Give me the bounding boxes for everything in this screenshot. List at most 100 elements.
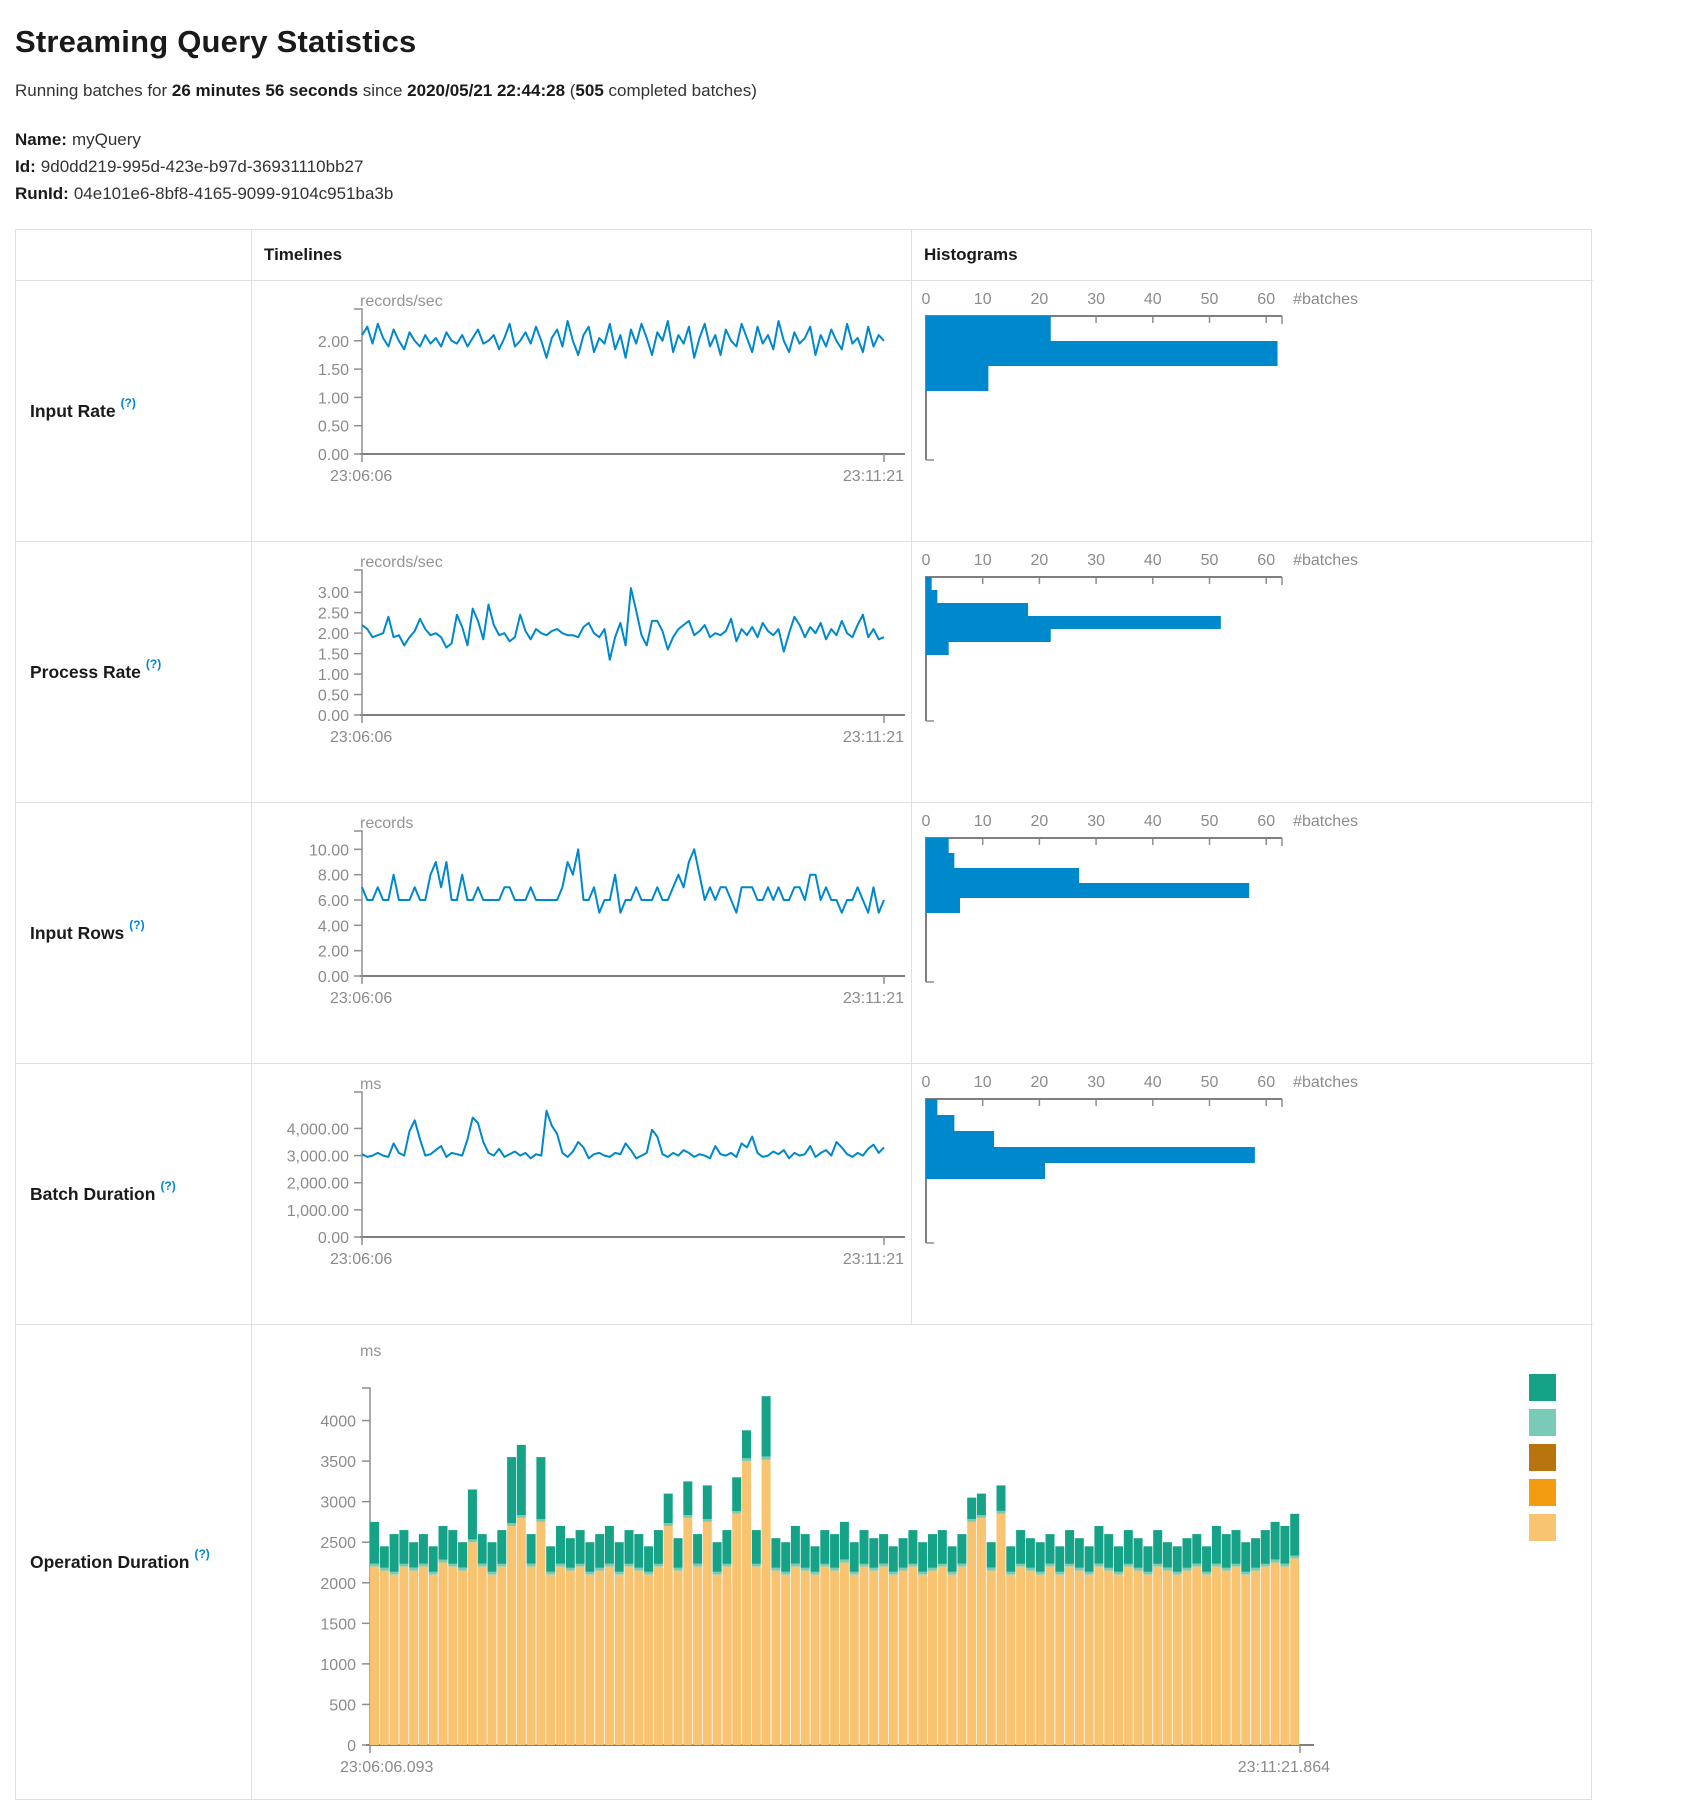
summary-paren: ( — [565, 81, 575, 100]
query-runid-label: RunId: — [15, 184, 69, 203]
input-rows-label: Input Rows — [30, 923, 124, 944]
svg-text:23:06:06: 23:06:06 — [330, 1251, 392, 1268]
batch-duration-help-icon[interactable]: (?) — [160, 1179, 175, 1193]
row-label-process-rate: Process Rate (?) — [16, 541, 251, 802]
svg-text:500: 500 — [329, 1697, 356, 1714]
svg-text:2.00: 2.00 — [318, 944, 349, 961]
query-info: Name: myQuery Id:9d0dd219-995d-423e-b97d-… — [15, 126, 1693, 207]
svg-text:10: 10 — [974, 552, 992, 569]
svg-text:23:11:21.864: 23:11:21.864 — [1238, 1759, 1330, 1776]
query-name-line: Name: myQuery — [15, 126, 1693, 153]
svg-text:1,000.00: 1,000.00 — [287, 1203, 349, 1220]
input-rate-help-icon[interactable]: (?) — [121, 396, 136, 410]
svg-text:#batches: #batches — [1293, 291, 1358, 308]
svg-text:20: 20 — [1031, 1074, 1049, 1091]
legend-swatch-4 — [1529, 1479, 1556, 1506]
legend-swatch-3 — [1529, 1444, 1556, 1471]
query-runid-value: 04e101e6-8bf8-4165-9099-9104c951ba3b — [74, 184, 394, 203]
svg-text:50: 50 — [1201, 552, 1219, 569]
svg-text:23:06:06: 23:06:06 — [330, 729, 392, 746]
query-name-label: Name: — [15, 130, 67, 149]
row-label-input-rate: Input Rate (?) — [16, 280, 251, 541]
svg-text:30: 30 — [1087, 291, 1105, 308]
legend-swatch-2 — [1529, 1409, 1556, 1436]
running-summary: Running batches for 26 minutes 56 second… — [15, 81, 1693, 101]
input-rate-timeline-chart: records/sec2.001.501.000.500.0023:06:062… — [251, 280, 911, 541]
svg-text:0: 0 — [922, 1074, 931, 1091]
summary-since: since — [358, 81, 407, 100]
svg-text:3000: 3000 — [320, 1495, 356, 1512]
svg-text:10.00: 10.00 — [309, 842, 349, 859]
operation-duration-help-icon[interactable]: (?) — [194, 1547, 209, 1561]
svg-text:23:06:06: 23:06:06 — [330, 468, 392, 485]
svg-text:0: 0 — [922, 552, 931, 569]
svg-text:0: 0 — [922, 813, 931, 830]
svg-text:40: 40 — [1144, 1074, 1162, 1091]
input-rate-histogram-chart: 0102030405060#batches — [911, 280, 1593, 541]
svg-text:20: 20 — [1031, 291, 1049, 308]
process-rate-timeline-chart: records/sec3.002.502.001.501.000.500.002… — [251, 541, 911, 802]
input-rate-label: Input Rate — [30, 401, 116, 422]
svg-text:50: 50 — [1201, 813, 1219, 830]
svg-text:1000: 1000 — [320, 1657, 356, 1674]
batch-duration-label: Batch Duration — [30, 1184, 155, 1205]
svg-text:records/sec: records/sec — [360, 293, 443, 310]
svg-text:3.00: 3.00 — [318, 585, 349, 602]
svg-text:60: 60 — [1257, 813, 1275, 830]
svg-text:10: 10 — [974, 813, 992, 830]
summary-batch-count: 505 — [575, 81, 603, 100]
summary-suffix: completed batches) — [604, 81, 757, 100]
query-runid-line: RunId: 04e101e6-8bf8-4165-9099-9104c951ba… — [15, 180, 1693, 207]
svg-text:2000: 2000 — [320, 1576, 356, 1593]
svg-text:20: 20 — [1031, 552, 1049, 569]
svg-text:1.50: 1.50 — [318, 362, 349, 379]
operation-duration-label: Operation Duration — [30, 1552, 189, 1573]
svg-text:10: 10 — [974, 1074, 992, 1091]
svg-text:23:11:21: 23:11:21 — [843, 468, 904, 485]
stats-table: Timelines Histograms Input Rate (?) reco… — [15, 229, 1592, 1800]
query-id-label: Id: — [15, 157, 36, 176]
process-rate-help-icon[interactable]: (?) — [146, 657, 161, 671]
svg-text:40: 40 — [1144, 291, 1162, 308]
svg-text:4,000.00: 4,000.00 — [287, 1121, 349, 1138]
svg-text:0: 0 — [922, 291, 931, 308]
process-rate-label: Process Rate — [30, 662, 141, 683]
svg-text:1.00: 1.00 — [318, 390, 349, 407]
svg-text:0.00: 0.00 — [318, 1230, 349, 1247]
svg-text:records: records — [360, 815, 413, 832]
svg-text:50: 50 — [1201, 291, 1219, 308]
header-blank-cell — [16, 230, 251, 280]
svg-text:1.00: 1.00 — [318, 667, 349, 684]
svg-text:60: 60 — [1257, 1074, 1275, 1091]
batch-duration-timeline-chart: ms4,000.003,000.002,000.001,000.000.0023… — [251, 1063, 911, 1324]
svg-text:23:11:21: 23:11:21 — [843, 729, 904, 746]
input-rows-help-icon[interactable]: (?) — [129, 918, 144, 932]
svg-text:50: 50 — [1201, 1074, 1219, 1091]
svg-text:0: 0 — [347, 1738, 356, 1755]
summary-prefix: Running batches for — [15, 81, 172, 100]
query-id-line: Id:9d0dd219-995d-423e-b97d-36931110bb27 — [15, 153, 1693, 180]
svg-text:20: 20 — [1031, 813, 1049, 830]
row-label-operation-duration: Operation Duration (?) — [16, 1324, 251, 1799]
svg-text:0.00: 0.00 — [318, 969, 349, 986]
column-header-timelines: Timelines — [251, 230, 911, 280]
svg-text:30: 30 — [1087, 1074, 1105, 1091]
svg-text:23:11:21: 23:11:21 — [843, 990, 904, 1007]
legend-swatch-1 — [1529, 1374, 1556, 1401]
query-name-value: myQuery — [72, 130, 141, 149]
svg-text:ms: ms — [360, 1076, 381, 1093]
input-rows-histogram-chart: 0102030405060#batches — [911, 802, 1593, 1063]
svg-text:#batches: #batches — [1293, 813, 1358, 830]
svg-text:30: 30 — [1087, 552, 1105, 569]
svg-text:0.00: 0.00 — [318, 708, 349, 725]
svg-text:2.00: 2.00 — [318, 626, 349, 643]
svg-text:6.00: 6.00 — [318, 893, 349, 910]
column-header-histograms: Histograms — [911, 230, 1593, 280]
svg-text:8.00: 8.00 — [318, 868, 349, 885]
svg-text:40: 40 — [1144, 552, 1162, 569]
svg-text:2.50: 2.50 — [318, 606, 349, 623]
svg-text:23:06:06: 23:06:06 — [330, 990, 392, 1007]
svg-text:3500: 3500 — [320, 1454, 356, 1471]
svg-text:#batches: #batches — [1293, 552, 1358, 569]
svg-text:ms: ms — [360, 1343, 381, 1360]
